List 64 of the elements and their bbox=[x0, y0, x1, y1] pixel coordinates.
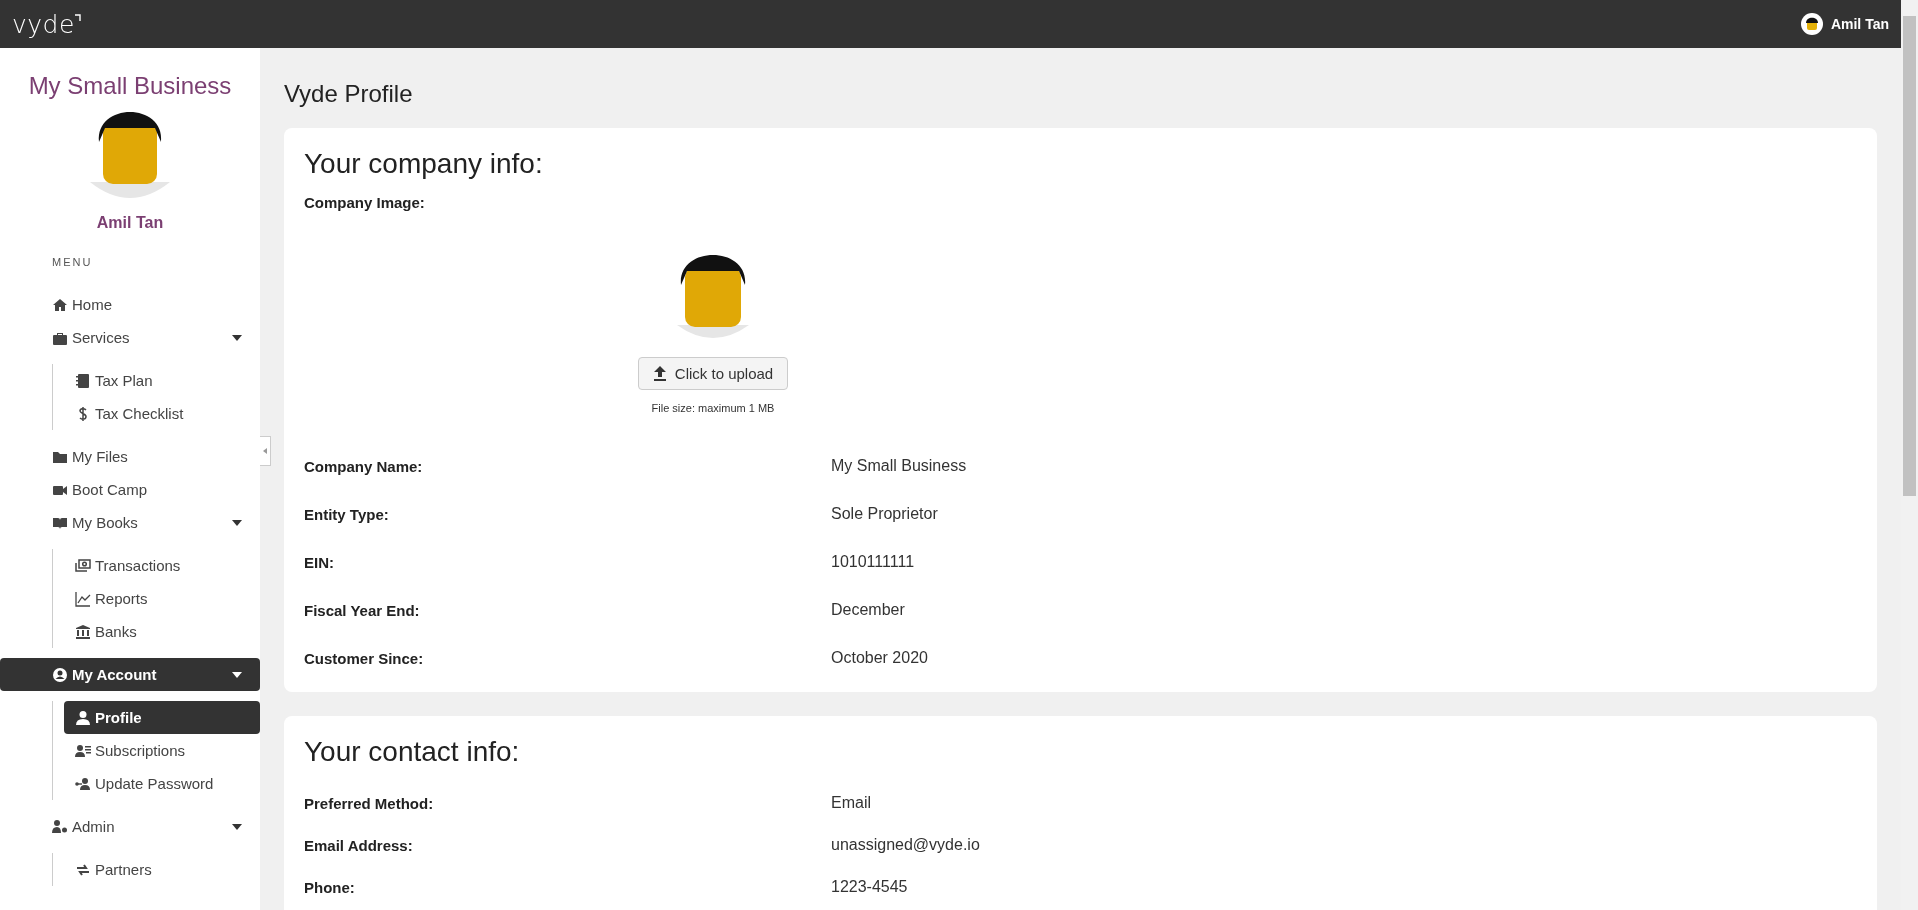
field-label: Entity Type: bbox=[304, 505, 390, 523]
field-label: Phone: bbox=[304, 878, 356, 896]
submenu-item[interactable]: Banks bbox=[64, 615, 260, 648]
avatar-icon bbox=[1800, 13, 1823, 35]
caret-icon bbox=[232, 671, 242, 678]
bank-icon bbox=[75, 623, 91, 640]
home-icon bbox=[52, 296, 68, 313]
field-value: Sole Proprietor bbox=[831, 505, 939, 523]
field-label: EIN: bbox=[304, 553, 335, 571]
field-label: Email Address: bbox=[304, 836, 414, 854]
scrollbar-thumb[interactable] bbox=[1903, 16, 1916, 496]
sidebar-toggle[interactable] bbox=[260, 436, 271, 466]
field-value: October 2020 bbox=[831, 649, 929, 667]
business-name: My Small Business bbox=[28, 72, 232, 100]
caret-icon bbox=[232, 519, 242, 526]
user-name[interactable]: Amil Tan bbox=[1830, 16, 1889, 32]
line-chart-icon bbox=[75, 590, 91, 607]
caret-icon bbox=[232, 823, 242, 830]
logo[interactable]: vyde bbox=[12, 9, 75, 39]
submenu-item[interactable]: Tax Checklist bbox=[64, 397, 260, 430]
field-label: Company Name: bbox=[304, 457, 424, 475]
submenu-item[interactable]: Partners bbox=[64, 853, 260, 886]
scrollbar[interactable] bbox=[1901, 0, 1918, 910]
submenu-item[interactable]: Profile bbox=[64, 701, 260, 734]
page-title: Vyde Profile bbox=[284, 80, 414, 108]
field-value: Email bbox=[831, 794, 872, 812]
user-name: Amil Tan bbox=[96, 214, 164, 232]
menu-item[interactable]: Services bbox=[0, 321, 260, 354]
banknote-icon bbox=[75, 557, 91, 574]
submenu-item[interactable]: Reports bbox=[64, 582, 260, 615]
menu-item[interactable]: Boot Camp bbox=[0, 473, 260, 506]
submenu-item[interactable]: Update Password bbox=[64, 767, 260, 800]
menu-heading: MENU bbox=[52, 256, 93, 268]
file-size-note: File size: maximum 1 MB bbox=[651, 402, 775, 414]
field-label: Preferred Method: bbox=[304, 794, 435, 812]
field-value: My Small Business bbox=[831, 457, 968, 475]
submenu-item[interactable]: Transactions bbox=[64, 549, 260, 582]
field-label: Fiscal Year End: bbox=[304, 601, 421, 619]
menu-item[interactable]: My Account bbox=[0, 658, 260, 691]
field-value: 1223-4545 bbox=[831, 878, 909, 896]
caret-icon bbox=[263, 448, 267, 454]
field-label: Company Image: bbox=[304, 194, 426, 211]
user-gear-icon bbox=[52, 818, 68, 835]
upload-button[interactable]: Click to upload bbox=[637, 357, 789, 390]
field-value: December bbox=[831, 601, 906, 619]
submenu-item[interactable]: Subscriptions bbox=[64, 734, 260, 767]
field-value: 1010111111 bbox=[831, 553, 916, 571]
caret-icon bbox=[232, 334, 242, 341]
menu-item[interactable]: My Books bbox=[0, 506, 260, 539]
card-title: Your company info: bbox=[304, 148, 544, 180]
user-circle-icon bbox=[52, 666, 68, 683]
menu-item[interactable]: Admin bbox=[0, 810, 260, 843]
user-list-icon bbox=[75, 742, 91, 759]
user-key-icon bbox=[75, 775, 91, 792]
submenu-item[interactable]: Tax Plan bbox=[64, 364, 260, 397]
menu-item[interactable]: My Files bbox=[0, 440, 260, 473]
upload-icon bbox=[652, 366, 667, 381]
corner-mark-icon bbox=[74, 13, 81, 22]
user-icon bbox=[75, 709, 91, 726]
field-label: Customer Since: bbox=[304, 649, 425, 667]
field-value: unassigned@vyde.io bbox=[831, 836, 981, 854]
menu-item[interactable]: Home bbox=[0, 288, 260, 321]
card-title: Your contact info: bbox=[304, 736, 521, 768]
notebook-icon bbox=[75, 372, 91, 389]
